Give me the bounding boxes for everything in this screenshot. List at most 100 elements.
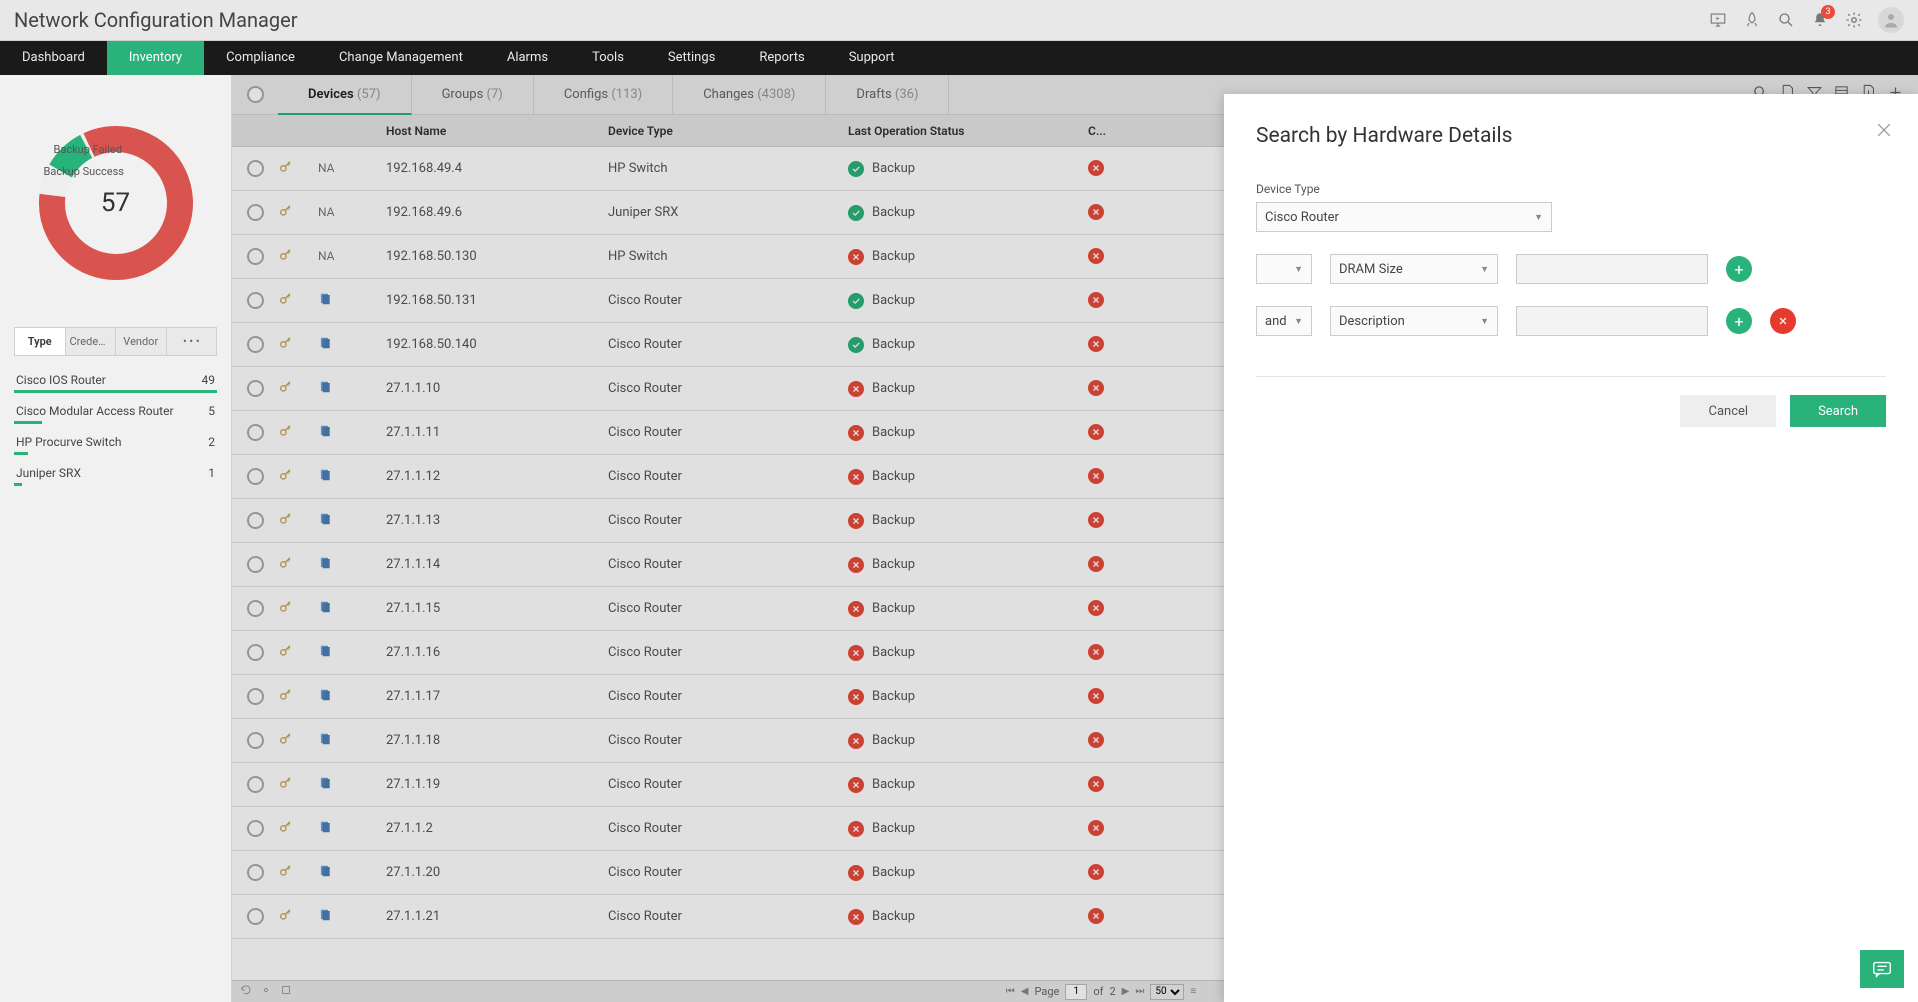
nav-inventory[interactable]: Inventory bbox=[107, 41, 204, 75]
pager-total: 2 bbox=[1109, 985, 1115, 998]
nav-dashboard[interactable]: Dashboard bbox=[0, 41, 107, 75]
chevron-down-icon: ▼ bbox=[1480, 264, 1489, 275]
row-checkbox[interactable] bbox=[247, 292, 264, 309]
type-row[interactable]: Juniper SRX1 bbox=[14, 463, 217, 483]
row-comp bbox=[1088, 776, 1168, 793]
pager-of: of bbox=[1093, 985, 1103, 998]
row-comp bbox=[1088, 908, 1168, 925]
side-tab-1[interactable]: Credent... bbox=[66, 328, 117, 355]
pager-size[interactable]: 50 bbox=[1150, 984, 1184, 1000]
row-checkbox[interactable] bbox=[247, 380, 264, 397]
operator-select-1[interactable]: ▼ bbox=[1256, 254, 1312, 284]
pager-page-input[interactable] bbox=[1065, 984, 1087, 1000]
row-checkbox[interactable] bbox=[247, 556, 264, 573]
value-input-2[interactable] bbox=[1516, 306, 1708, 336]
nav-settings[interactable]: Settings bbox=[646, 41, 737, 75]
gear-icon[interactable] bbox=[1844, 10, 1864, 30]
row-hostname: 27.1.1.21 bbox=[378, 909, 608, 924]
criteria-row-1: ▼ DRAM Size ▼ + bbox=[1256, 254, 1886, 284]
col-hostname[interactable]: Host Name bbox=[378, 124, 608, 138]
side-tab-0[interactable]: Type bbox=[15, 328, 66, 355]
type-row[interactable]: HP Procurve Switch2 bbox=[14, 432, 217, 452]
status-error-icon bbox=[848, 733, 864, 749]
row-status: Backup bbox=[848, 865, 1088, 881]
app-title: Network Configuration Manager bbox=[14, 8, 298, 32]
side-tab-2[interactable]: Vendor bbox=[116, 328, 167, 355]
nav-alarms[interactable]: Alarms bbox=[485, 41, 570, 75]
subtab-devices[interactable]: Devices (57) bbox=[278, 75, 412, 115]
row-checkbox[interactable] bbox=[247, 732, 264, 749]
pager-expand-icon[interactable] bbox=[280, 984, 292, 999]
nav-support[interactable]: Support bbox=[827, 41, 917, 75]
row-comp bbox=[1088, 248, 1168, 265]
key-icon bbox=[278, 687, 318, 707]
add-criteria-button[interactable]: + bbox=[1726, 256, 1752, 282]
type-row[interactable]: Cisco IOS Router49 bbox=[14, 370, 217, 390]
field-select-2[interactable]: Description ▼ bbox=[1330, 306, 1498, 336]
pager-settings-icon[interactable] bbox=[260, 984, 272, 999]
row-hostname: 192.168.49.6 bbox=[378, 205, 608, 220]
operator-select-2[interactable]: and ▼ bbox=[1256, 306, 1312, 336]
row-checkbox[interactable] bbox=[247, 204, 264, 221]
col-devicetype[interactable]: Device Type bbox=[608, 124, 848, 138]
row-checkbox[interactable] bbox=[247, 908, 264, 925]
row-checkbox[interactable] bbox=[247, 468, 264, 485]
col-status[interactable]: Last Operation Status bbox=[848, 124, 1088, 138]
row-checkbox[interactable] bbox=[247, 424, 264, 441]
row-checkbox[interactable] bbox=[247, 820, 264, 837]
col-compliance[interactable]: C... bbox=[1088, 124, 1168, 138]
subtab-changes[interactable]: Changes (4308) bbox=[673, 75, 826, 115]
bell-icon[interactable]: 3 bbox=[1810, 10, 1830, 30]
subtab-configs[interactable]: Configs (113) bbox=[534, 75, 673, 115]
avatar[interactable] bbox=[1878, 7, 1904, 33]
type-row[interactable]: Cisco Modular Access Router5 bbox=[14, 401, 217, 421]
row-checkbox[interactable] bbox=[247, 512, 264, 529]
nav-change-management[interactable]: Change Management bbox=[317, 41, 485, 75]
remove-criteria-button[interactable] bbox=[1770, 308, 1796, 334]
close-icon[interactable] bbox=[1874, 120, 1894, 144]
row-checkbox[interactable] bbox=[247, 688, 264, 705]
row-checkbox[interactable] bbox=[247, 644, 264, 661]
row-comp bbox=[1088, 336, 1168, 353]
row-checkbox[interactable] bbox=[247, 776, 264, 793]
select-all-checkbox[interactable] bbox=[232, 86, 278, 103]
row-comp bbox=[1088, 468, 1168, 485]
pager-first[interactable]: ⏮ bbox=[1006, 986, 1015, 997]
subtab-groups[interactable]: Groups (7) bbox=[412, 75, 534, 115]
status-error-icon bbox=[848, 689, 864, 705]
status-error-icon bbox=[848, 249, 864, 265]
field-select-1[interactable]: DRAM Size ▼ bbox=[1330, 254, 1498, 284]
presentation-icon[interactable] bbox=[1708, 10, 1728, 30]
pager-last[interactable]: ⏭ bbox=[1135, 986, 1144, 997]
subtab-drafts[interactable]: Drafts (36) bbox=[826, 75, 949, 115]
type-bar bbox=[14, 483, 22, 486]
pager-refresh-icon[interactable] bbox=[240, 984, 252, 999]
chat-icon[interactable] bbox=[1860, 950, 1904, 988]
key-icon bbox=[278, 863, 318, 883]
row-status: Backup bbox=[848, 337, 1088, 353]
side-tab-3[interactable]: • • • bbox=[167, 328, 217, 355]
row-checkbox[interactable] bbox=[247, 864, 264, 881]
pager-next[interactable]: ▶ bbox=[1122, 986, 1130, 997]
pager-prev[interactable]: ◀ bbox=[1021, 986, 1029, 997]
device-type-select[interactable]: Cisco Router ▼ bbox=[1256, 202, 1552, 232]
nav-compliance[interactable]: Compliance bbox=[204, 41, 317, 75]
row-na-cell bbox=[318, 600, 378, 618]
search-button[interactable]: Search bbox=[1790, 395, 1886, 427]
row-checkbox[interactable] bbox=[247, 336, 264, 353]
row-checkbox[interactable] bbox=[247, 160, 264, 177]
nav-reports[interactable]: Reports bbox=[737, 41, 826, 75]
row-devicetype: HP Switch bbox=[608, 249, 848, 264]
value-input-1[interactable] bbox=[1516, 254, 1708, 284]
pager-menu-icon[interactable]: ≡ bbox=[1190, 986, 1196, 997]
cancel-button[interactable]: Cancel bbox=[1680, 395, 1776, 427]
row-hostname: 27.1.1.18 bbox=[378, 733, 608, 748]
add-criteria-button-2[interactable]: + bbox=[1726, 308, 1752, 334]
key-icon bbox=[278, 291, 318, 311]
search-icon[interactable] bbox=[1776, 10, 1796, 30]
row-checkbox[interactable] bbox=[247, 600, 264, 617]
rocket-icon[interactable] bbox=[1742, 10, 1762, 30]
row-checkbox[interactable] bbox=[247, 248, 264, 265]
nav-tools[interactable]: Tools bbox=[570, 41, 646, 75]
row-hostname: 27.1.1.19 bbox=[378, 777, 608, 792]
